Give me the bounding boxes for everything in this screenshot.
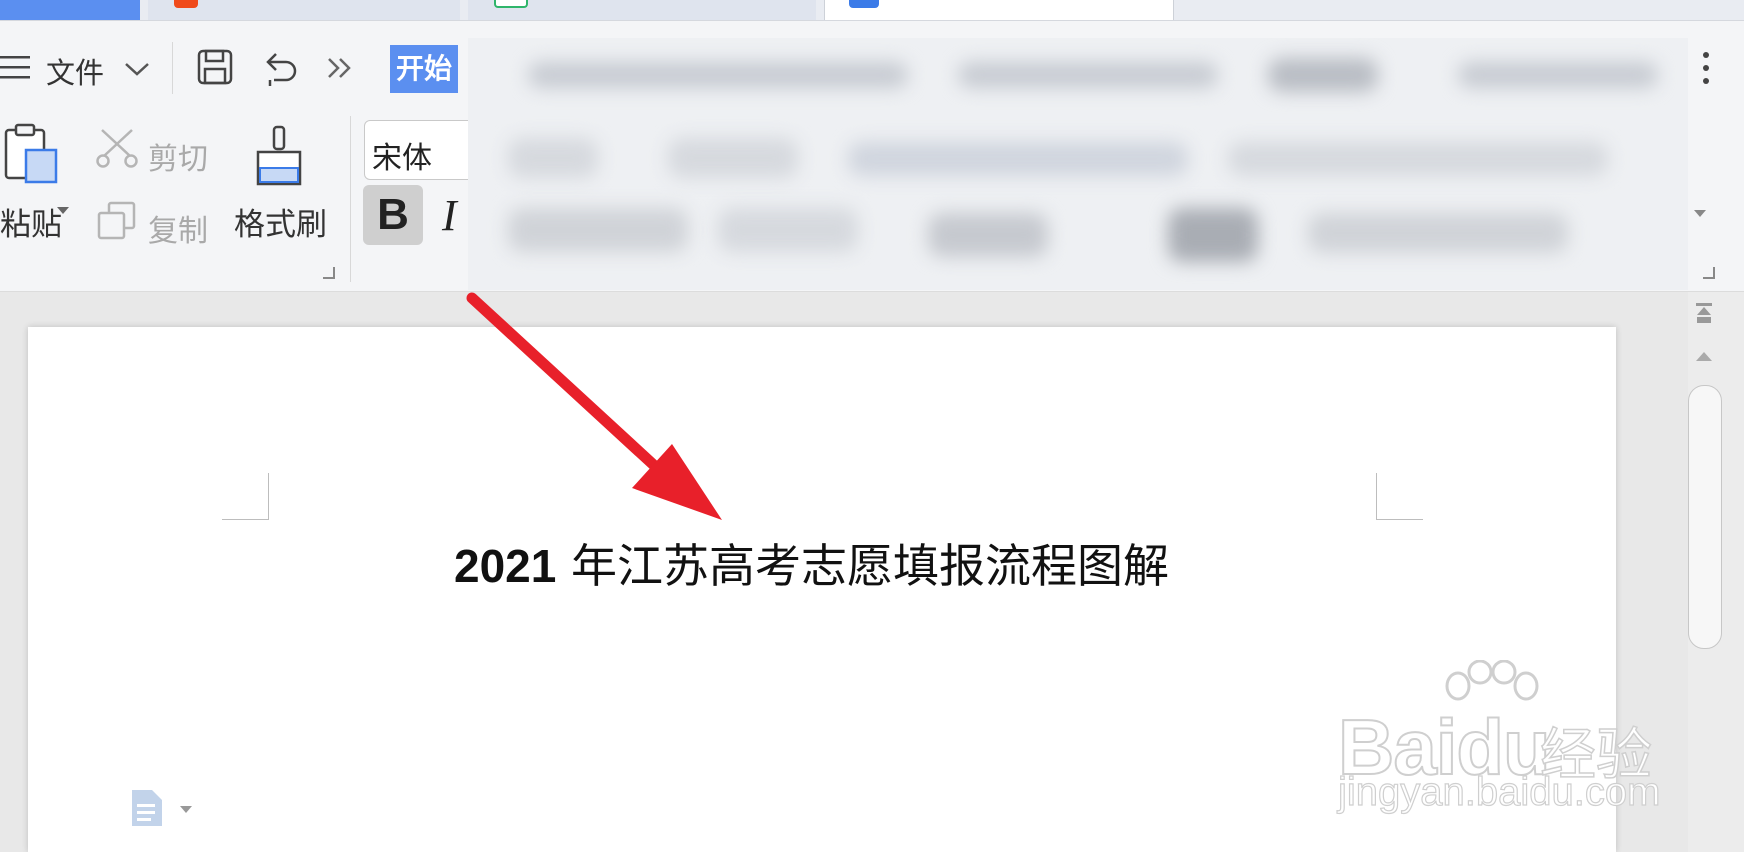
- blurred-ribbon-region: [468, 38, 1688, 290]
- group-divider: [350, 116, 351, 282]
- copy-icon[interactable]: [96, 200, 138, 242]
- undo-icon[interactable]: [262, 48, 302, 88]
- tab-document-2[interactable]: [148, 0, 460, 20]
- font-name-value: 宋体: [372, 141, 432, 176]
- red-arrow-annotation: [466, 292, 722, 520]
- scissors-icon[interactable]: [96, 126, 138, 170]
- document-app-icon: [174, 0, 198, 8]
- bold-button[interactable]: B: [363, 185, 423, 245]
- tab-home[interactable]: [0, 0, 140, 20]
- file-menu-label[interactable]: 文件: [46, 50, 104, 92]
- menu-divider: [172, 42, 173, 94]
- dialog-launcher-icon[interactable]: [1702, 266, 1716, 280]
- margin-corner-left: [222, 473, 269, 520]
- copy-label[interactable]: 复制: [148, 206, 208, 250]
- double-chevron-right-icon[interactable]: [326, 56, 354, 80]
- tab-active-document[interactable]: [824, 0, 1174, 20]
- tab-strip: [0, 0, 1744, 21]
- hamburger-icon[interactable]: [0, 52, 32, 84]
- heading-year: 2021: [454, 540, 557, 592]
- vertical-scrollbar-thumb[interactable]: [1688, 385, 1722, 649]
- tab-document-3[interactable]: [468, 0, 816, 20]
- paste-label[interactable]: 粘贴: [0, 199, 62, 244]
- vertical-ellipsis-icon[interactable]: [1700, 50, 1712, 86]
- scroll-to-top-icon[interactable]: [1694, 302, 1714, 324]
- paste-icon[interactable]: [0, 122, 60, 186]
- writer-app-icon: [849, 0, 879, 8]
- clipboard-dialog-launcher-icon[interactable]: [322, 266, 336, 280]
- paragraph-layout-icon[interactable]: [130, 788, 202, 828]
- paste-dropdown-icon[interactable]: [56, 205, 70, 215]
- document-heading[interactable]: 2021 年江苏高考志愿填报流程图解: [454, 530, 1169, 596]
- cut-label[interactable]: 剪切: [148, 134, 208, 178]
- chevron-down-icon[interactable]: [124, 60, 150, 78]
- scroll-up-arrow-icon[interactable]: [1694, 350, 1714, 364]
- save-icon[interactable]: [196, 48, 234, 86]
- format-painter-label[interactable]: 格式刷: [234, 199, 327, 244]
- watermark-url: jingyan.baidu.com: [1337, 769, 1661, 814]
- format-painter-icon[interactable]: [254, 124, 304, 188]
- margin-corner-right: [1376, 473, 1423, 520]
- heading-text: 年江苏高考志愿填报流程图解: [570, 539, 1169, 593]
- spreadsheet-app-icon: [494, 0, 528, 8]
- italic-button[interactable]: I: [442, 190, 457, 241]
- tab-start[interactable]: 开始: [390, 45, 458, 93]
- ribbon-expand-dropdown-icon[interactable]: [1693, 208, 1707, 218]
